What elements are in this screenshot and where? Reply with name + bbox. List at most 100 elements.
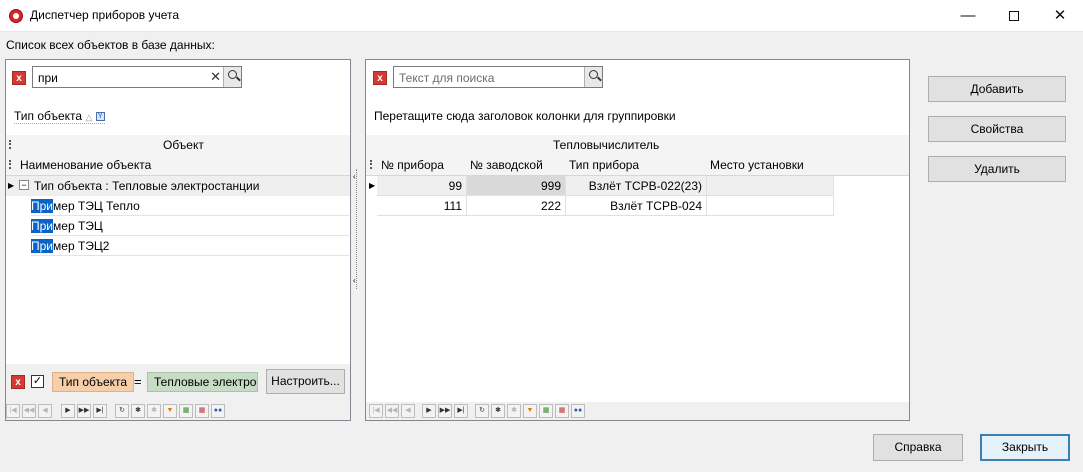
filter-value-chip[interactable]: Тепловые электрос [147, 372, 258, 392]
list-item[interactable]: Пример ТЭЦ2 [31, 236, 349, 256]
column-header-device-type[interactable]: Тип прибора [569, 158, 639, 172]
close-button[interactable]: Закрыть [980, 434, 1070, 461]
column-chooser-icon[interactable] [370, 160, 376, 169]
list-item[interactable]: Пример ТЭЦ [31, 216, 349, 236]
left-navigator: |◀ ◀◀ ◀ ▶ ▶▶ ▶| ↻ ✱ ✱ ▼ ▦ ▦ ●● [6, 402, 350, 420]
cell-device-type: Взлёт TCPB-024 [566, 196, 707, 216]
maximize-button[interactable] [991, 0, 1037, 32]
app-icon [9, 9, 23, 23]
list-item-text: мер ТЭЦ Тепло [53, 199, 140, 213]
close-window-button[interactable]: ✕ [1037, 0, 1083, 32]
filter-enabled-checkbox[interactable]: ✓ [31, 375, 44, 388]
collapse-left-icon[interactable]: ‹ [353, 172, 356, 181]
right-navigator: |◀ ◀◀ ◀ ▶ ▶▶ ▶| ↻ ✱ ✱ ▼ ▦ ▦ ●● [366, 402, 909, 420]
prev-page-icon[interactable]: ◀◀ [385, 404, 399, 418]
search-button[interactable] [223, 67, 241, 87]
delete-button[interactable]: Удалить [928, 156, 1066, 182]
group-by-chip[interactable]: Тип объекта △ Y [14, 109, 105, 124]
filter-icon[interactable]: ▼ [163, 404, 177, 418]
column-chooser-icon[interactable] [9, 160, 15, 169]
objects-search-input[interactable]: при ✕ [32, 66, 242, 88]
column-chooser-icon[interactable] [9, 140, 15, 149]
table-row[interactable]: 111 222 Взлёт TCPB-024 [377, 196, 834, 216]
window-title: Диспетчер приборов учета [30, 8, 180, 22]
refresh-icon[interactable]: ↻ [475, 404, 489, 418]
export-icon[interactable]: ▦ [179, 404, 193, 418]
cell-factory-no: 999 [467, 176, 566, 196]
current-row-indicator-icon: ▶ [8, 181, 15, 190]
panel-splitter[interactable]: ‹ ‹ [352, 169, 362, 289]
prev-page-icon[interactable]: ◀◀ [22, 404, 36, 418]
find-icon[interactable]: ●● [571, 404, 585, 418]
group-by-label: Тип объекта [14, 109, 83, 123]
next-record-icon[interactable]: ▶ [422, 404, 436, 418]
first-record-icon[interactable]: |◀ [369, 404, 383, 418]
splitter-line [356, 169, 357, 289]
search-match: При [31, 199, 54, 213]
group-row-label: Тип объекта : Тепловые электростанции [34, 179, 260, 193]
search-match: При [31, 219, 54, 233]
filter-operator[interactable]: = [134, 374, 142, 389]
band-header-object[interactable]: Объект [163, 138, 204, 152]
filter-icon[interactable]: Y [95, 112, 105, 122]
column-header-factory-no[interactable]: № заводской [470, 158, 543, 172]
add-button[interactable]: Добавить [928, 76, 1066, 102]
cell-location [707, 176, 834, 196]
insert-icon[interactable]: ✱ [491, 404, 505, 418]
configure-filter-button[interactable]: Настроить... [266, 369, 345, 394]
table-row[interactable]: 99 999 Взлёт TCPB-022(23) [377, 176, 834, 196]
export-icon[interactable]: ▦ [539, 404, 553, 418]
devices-search-input[interactable]: Текст для поиска [393, 66, 603, 88]
column-header-location[interactable]: Место установки [710, 158, 804, 172]
collapse-icon[interactable]: − [19, 180, 29, 190]
search-icon [228, 70, 237, 79]
search-placeholder: Текст для поиска [399, 71, 495, 85]
prev-record-icon[interactable]: ◀ [401, 404, 415, 418]
delete-record-icon[interactable]: ✱ [507, 404, 521, 418]
search-match: При [31, 239, 54, 253]
first-record-icon[interactable]: |◀ [6, 404, 20, 418]
insert-icon[interactable]: ✱ [131, 404, 145, 418]
next-page-icon[interactable]: ▶▶ [438, 404, 452, 418]
column-header-device-no[interactable]: № прибора [381, 158, 444, 172]
clear-search-icon[interactable]: x [373, 71, 387, 85]
prev-record-icon[interactable]: ◀ [38, 404, 52, 418]
column-header-name[interactable]: Наименование объекта [20, 158, 151, 172]
group-panel-hint: Перетащите сюда заголовок колонки для гр… [374, 109, 676, 123]
refresh-icon[interactable]: ↻ [115, 404, 129, 418]
cell-factory-no: 222 [467, 196, 566, 216]
band-header-calculator[interactable]: Тепловычислитель [553, 138, 659, 152]
list-item-text: мер ТЭЦ2 [53, 239, 110, 253]
minimize-button[interactable]: — [945, 0, 991, 32]
clear-filter-icon[interactable]: x [11, 375, 25, 389]
help-button[interactable]: Справка [873, 434, 963, 461]
maximize-icon [1009, 11, 1019, 22]
search-icon [589, 70, 598, 79]
sort-asc-icon[interactable]: △ [85, 112, 92, 122]
list-item-text: мер ТЭЦ [53, 219, 103, 233]
cell-device-no: 111 [377, 196, 467, 216]
cell-location [707, 196, 834, 216]
list-item[interactable]: Пример ТЭЦ Тепло [31, 196, 349, 216]
last-record-icon[interactable]: ▶| [93, 404, 107, 418]
cell-device-type: Взлёт TCPB-022(23) [566, 176, 707, 196]
find-icon[interactable]: ●● [211, 404, 225, 418]
filter-icon[interactable]: ▼ [523, 404, 537, 418]
search-value: при [38, 71, 58, 85]
current-row-indicator-icon: ▶ [369, 181, 376, 190]
next-record-icon[interactable]: ▶ [61, 404, 75, 418]
search-button[interactable] [584, 67, 602, 87]
title-bar: Диспетчер приборов учета — ✕ [0, 0, 1083, 32]
last-record-icon[interactable]: ▶| [454, 404, 468, 418]
grid-icon[interactable]: ▦ [195, 404, 209, 418]
cell-device-no: 99 [377, 176, 467, 196]
collapse-left-icon[interactable]: ‹ [353, 276, 356, 285]
clear-text-icon[interactable]: ✕ [210, 69, 221, 85]
clear-search-icon[interactable]: x [12, 71, 26, 85]
objects-list-label: Список всех объектов в базе данных: [6, 38, 215, 52]
properties-button[interactable]: Свойства [928, 116, 1066, 142]
next-page-icon[interactable]: ▶▶ [77, 404, 91, 418]
delete-record-icon[interactable]: ✱ [147, 404, 161, 418]
grid-icon[interactable]: ▦ [555, 404, 569, 418]
filter-field-chip[interactable]: Тип объекта [52, 372, 135, 392]
